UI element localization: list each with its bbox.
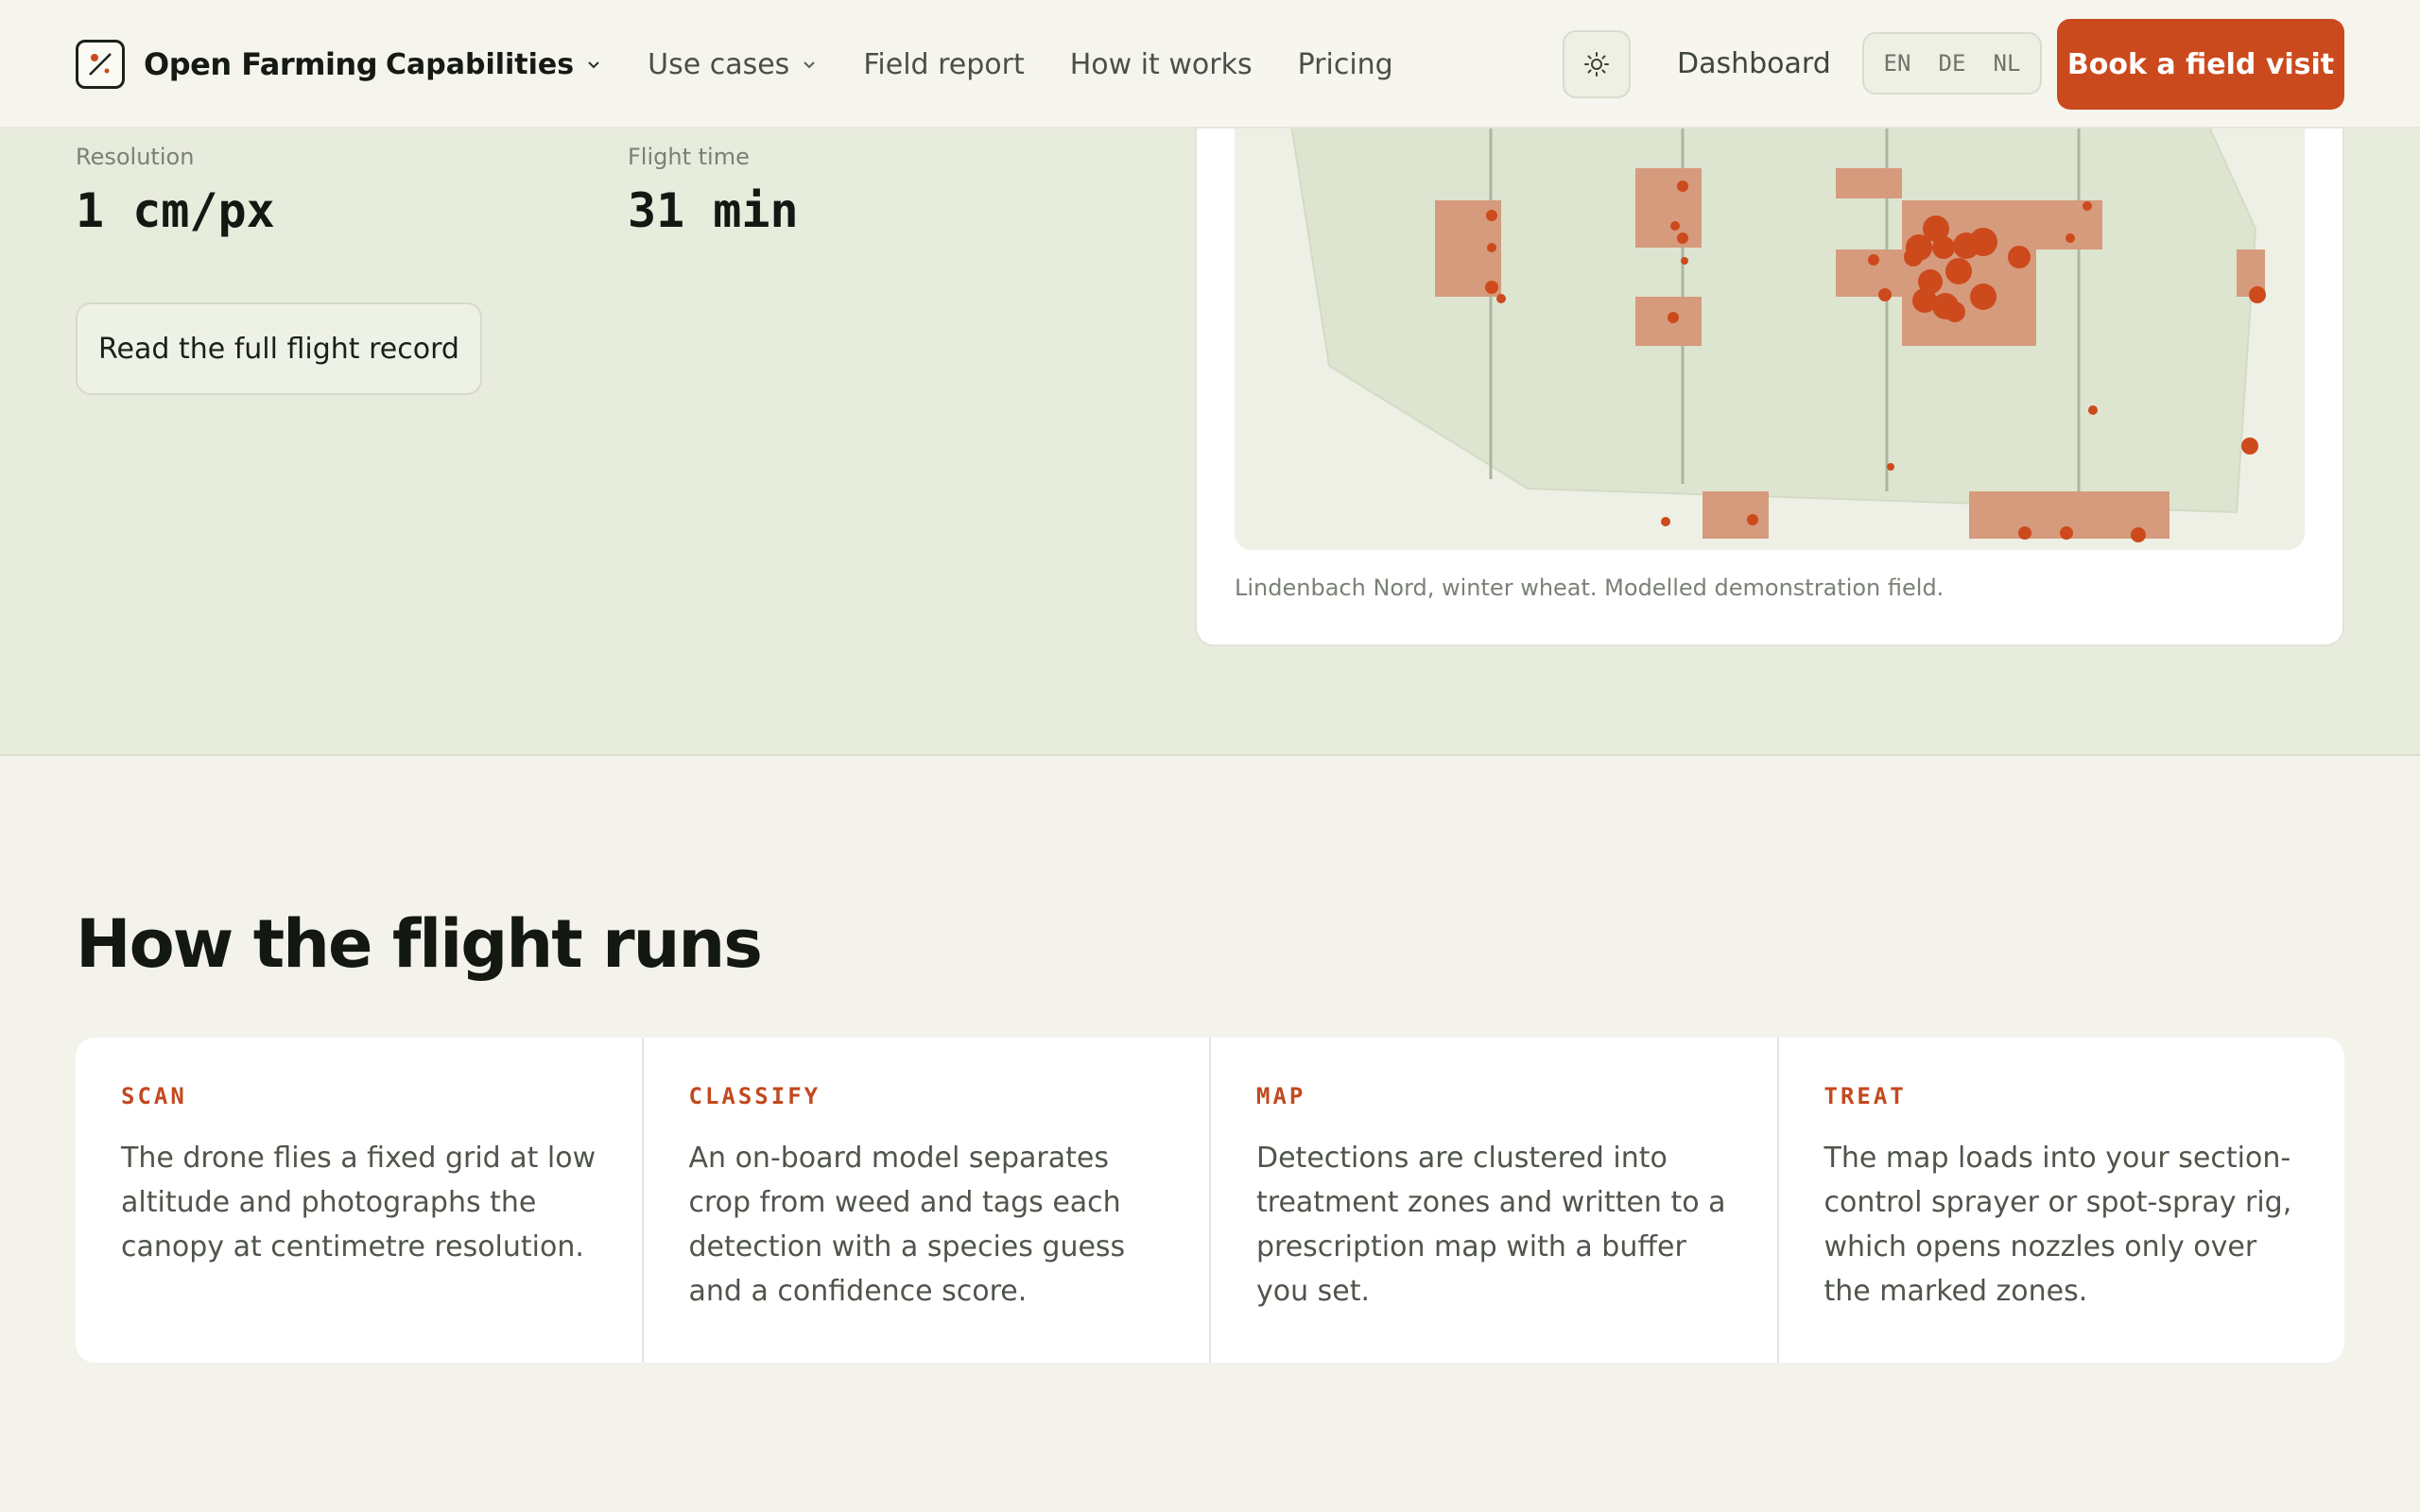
nav-use-cases[interactable]: Use cases [648,48,818,81]
step-label: SCAN [121,1083,187,1109]
detection-dot [1878,288,1892,301]
map-caption: Lindenbach Nord, winter wheat. Modelled … [1235,575,1945,601]
sun-icon [1584,52,1609,77]
detection-dot [1970,284,1996,310]
detection-dot [2241,438,2258,455]
detection-dot [1887,463,1894,471]
detection-dot [1677,232,1688,244]
detection-dot [2249,286,2266,303]
section-title: How the flight runs [76,905,763,983]
step-description: The map loads into your section-control … [1824,1142,2292,1308]
primary-nav: Capabilities Use cases Field report How … [386,40,1439,89]
detection-dot [1661,517,1670,526]
detection-dot [2008,246,2031,268]
theme-toggle-button[interactable] [1563,30,1631,98]
step-card-treat: TREAT The map loads into your section-co… [1779,1038,2345,1363]
flight-steps: SCAN The drone flies a fixed grid at low… [76,1038,2344,1363]
detection-dot [1677,180,1688,192]
language-switcher: EN DE NL [1862,32,2042,94]
detection-dot [1681,257,1688,265]
nav-field-report[interactable]: Field report [863,48,1024,81]
treatment-zone [1635,168,1702,248]
detection-dot [1904,248,1923,266]
detection-dot [2088,405,2098,415]
lang-nl[interactable]: NL [1994,50,2021,77]
chevron-down-icon [804,61,816,69]
treatment-zone [1635,297,1702,346]
field-boundary [1289,124,2257,514]
detection-dot [1945,258,1972,284]
detection-dot [1932,236,1955,259]
treatment-zone [1703,491,1769,539]
detection-dot [1485,281,1498,294]
step-card-map: MAP Detections are clustered into treatm… [1211,1038,1779,1363]
nav-capabilities[interactable]: Capabilities [386,48,602,81]
nav-label: Use cases [648,47,790,81]
stat-label: Resolution [76,144,195,170]
step-label: MAP [1256,1083,1306,1109]
detection-dot [1747,514,1758,525]
detection-dot [1969,228,1997,256]
brand-name: Open Farming [144,46,378,82]
step-card-classify: CLASSIFY An on-board model separates cro… [644,1038,1211,1363]
detection-dot [2060,526,2073,540]
detection-dot [2018,526,2031,540]
step-description: An on-board model separates crop from we… [688,1142,1126,1308]
stat-resolution: Resolution 1 cm/px [76,144,275,238]
field-map-card: Lindenbach Nord, winter wheat. Modelled … [1195,38,2344,646]
detection-dot [1487,243,1496,252]
detection-dot [1945,301,1965,322]
stat-label: Flight time [628,144,750,170]
treatment-zone [1836,168,1902,198]
detection-dot [1670,221,1680,231]
detection-dot [1496,294,1506,303]
step-description: Detections are clustered into treatment … [1256,1142,1726,1308]
step-card-scan: SCAN The drone flies a fixed grid at low… [76,1038,644,1363]
detection-dot [2083,201,2092,211]
stat-flight-time: Flight time 31 min [628,144,799,238]
detection-dot [1486,210,1497,221]
brand-logo-link[interactable]: Open Farming [76,40,378,89]
step-label: TREAT [1824,1083,1907,1109]
detection-dot [1668,312,1679,323]
read-flight-record-button[interactable]: Read the full flight record [76,302,482,395]
step-description: The drone flies a fixed grid at low alti… [121,1142,596,1263]
dashboard-link[interactable]: Dashboard [1677,40,1831,89]
lang-en[interactable]: EN [1884,50,1911,77]
book-field-visit-button[interactable]: Book a field visit [2057,19,2344,110]
step-label: CLASSIFY [688,1083,821,1109]
nav-how-it-works[interactable]: How it works [1070,48,1253,81]
detection-dot [1868,254,1879,266]
nav-label: Capabilities [386,47,575,81]
logo-icon [76,40,125,89]
stat-value: 1 cm/px [76,183,275,238]
chevron-down-icon [588,61,599,69]
top-navigation: Open Farming Capabilities Use cases Fiel… [0,0,2420,129]
detection-dot [2131,527,2146,542]
nav-pricing[interactable]: Pricing [1298,48,1393,81]
stat-value: 31 min [628,183,799,238]
lang-de[interactable]: DE [1939,50,1966,77]
treatment-zone [1836,249,1902,297]
detection-dot [2066,233,2075,243]
